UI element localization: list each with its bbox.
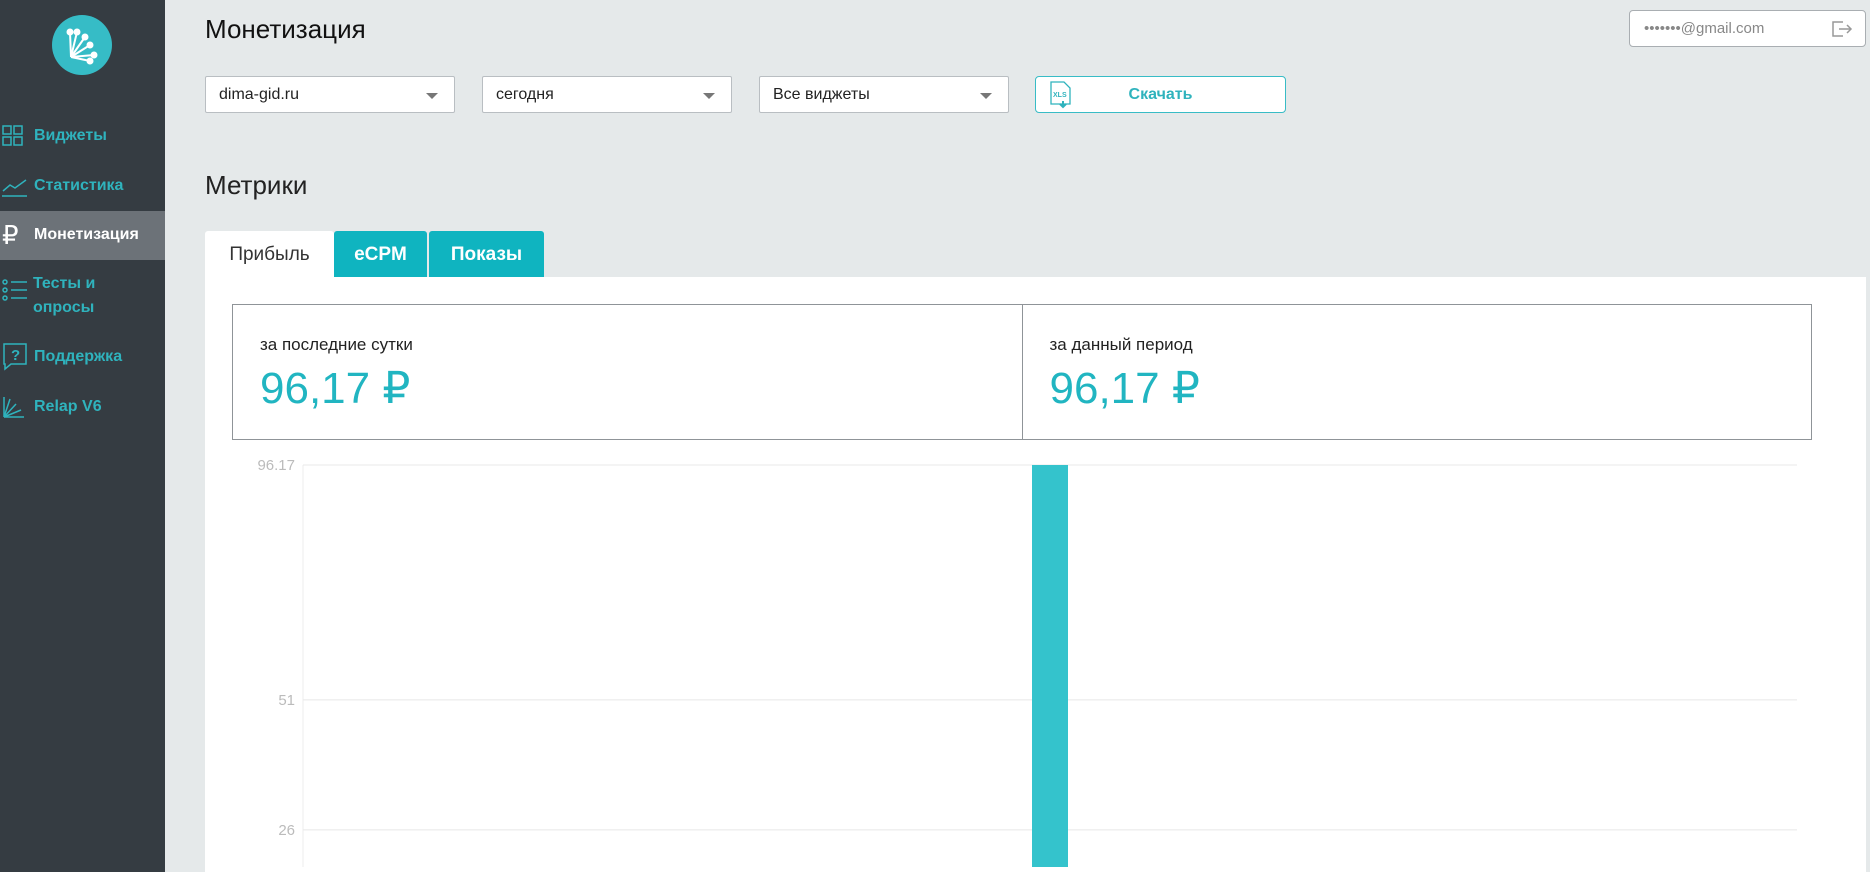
ruble-icon: ₽ xyxy=(2,220,19,250)
user-menu[interactable]: •••••••@gmail.com xyxy=(1629,10,1866,47)
sidebar-item-label: Статистика xyxy=(34,177,124,194)
period-select-value: сегодня xyxy=(496,86,554,103)
logo[interactable] xyxy=(52,15,112,75)
tab-impressions[interactable]: Показы xyxy=(429,231,544,277)
y-tick-label: 96.17 xyxy=(257,457,295,474)
user-email: •••••••@gmail.com xyxy=(1644,20,1765,37)
sidebar-item-label: Тесты и опросы xyxy=(32,275,96,316)
sidebar-item-relap[interactable]: Relap V6 xyxy=(0,395,165,419)
sidebar-item-monetization[interactable]: ₽ Монетизация xyxy=(0,211,165,260)
period-select[interactable]: сегодня xyxy=(482,76,732,113)
stat-period: за данный период 96,17 ₽ xyxy=(1021,305,1812,439)
sidebar-item-label: Relap V6 xyxy=(34,398,102,415)
help-icon: ? xyxy=(0,343,34,371)
list-icon xyxy=(0,272,33,301)
svg-text:XLS: XLS xyxy=(1053,92,1067,99)
relap-logo-icon xyxy=(66,28,98,65)
relap-icon xyxy=(0,395,34,419)
stat-value: 96,17 ₽ xyxy=(1049,364,1200,413)
sidebar: Виджеты Статистика ₽ Монетизация Тесты и… xyxy=(0,0,165,872)
metrics-card: за последние сутки 96,17 ₽ за данный пер… xyxy=(205,277,1866,872)
tab-ecpm[interactable]: eCPM xyxy=(334,231,427,277)
sidebar-item-tests[interactable]: Тесты и опросы xyxy=(0,272,120,320)
sidebar-item-label: Виджеты xyxy=(34,127,107,144)
logout-icon[interactable] xyxy=(1831,19,1853,43)
stats-panel: за последние сутки 96,17 ₽ за данный пер… xyxy=(232,304,1812,440)
svg-text:?: ? xyxy=(11,347,20,364)
metrics-title: Метрики xyxy=(205,170,308,200)
page-title: Монетизация xyxy=(205,14,366,44)
site-select[interactable]: dima-gid.ru xyxy=(205,76,455,113)
bar xyxy=(1032,465,1068,867)
sidebar-item-support[interactable]: ? Поддержка xyxy=(0,343,165,371)
stat-last-day: за последние сутки 96,17 ₽ xyxy=(233,305,1022,439)
profit-chart: 96.17 51 26 xyxy=(257,457,1797,867)
y-tick-label: 51 xyxy=(278,692,295,709)
chevron-down-icon xyxy=(426,93,438,99)
sidebar-item-label: Поддержка xyxy=(34,348,123,365)
widgets-select[interactable]: Все виджеты xyxy=(759,76,1009,113)
sidebar-item-label: Монетизация xyxy=(34,226,139,243)
widgets-select-value: Все виджеты xyxy=(773,86,870,103)
sidebar-item-widgets[interactable]: Виджеты xyxy=(0,124,165,150)
chevron-down-icon xyxy=(703,93,715,99)
stat-value: 96,17 ₽ xyxy=(260,364,411,413)
site-select-value: dima-gid.ru xyxy=(219,86,300,103)
xls-file-icon: XLS xyxy=(1049,81,1073,114)
y-tick-label: 26 xyxy=(278,822,295,839)
chevron-down-icon xyxy=(980,93,992,99)
sidebar-item-statistics[interactable]: Статистика xyxy=(0,174,165,198)
stat-label: за последние сутки xyxy=(260,335,413,354)
stat-label: за данный период xyxy=(1049,335,1193,354)
download-label: Скачать xyxy=(1128,86,1193,103)
download-button[interactable]: XLS Скачать xyxy=(1035,76,1286,113)
tab-profit[interactable]: Прибыль xyxy=(205,231,334,277)
grid-icon xyxy=(0,124,34,148)
chart-line-icon xyxy=(0,174,34,198)
